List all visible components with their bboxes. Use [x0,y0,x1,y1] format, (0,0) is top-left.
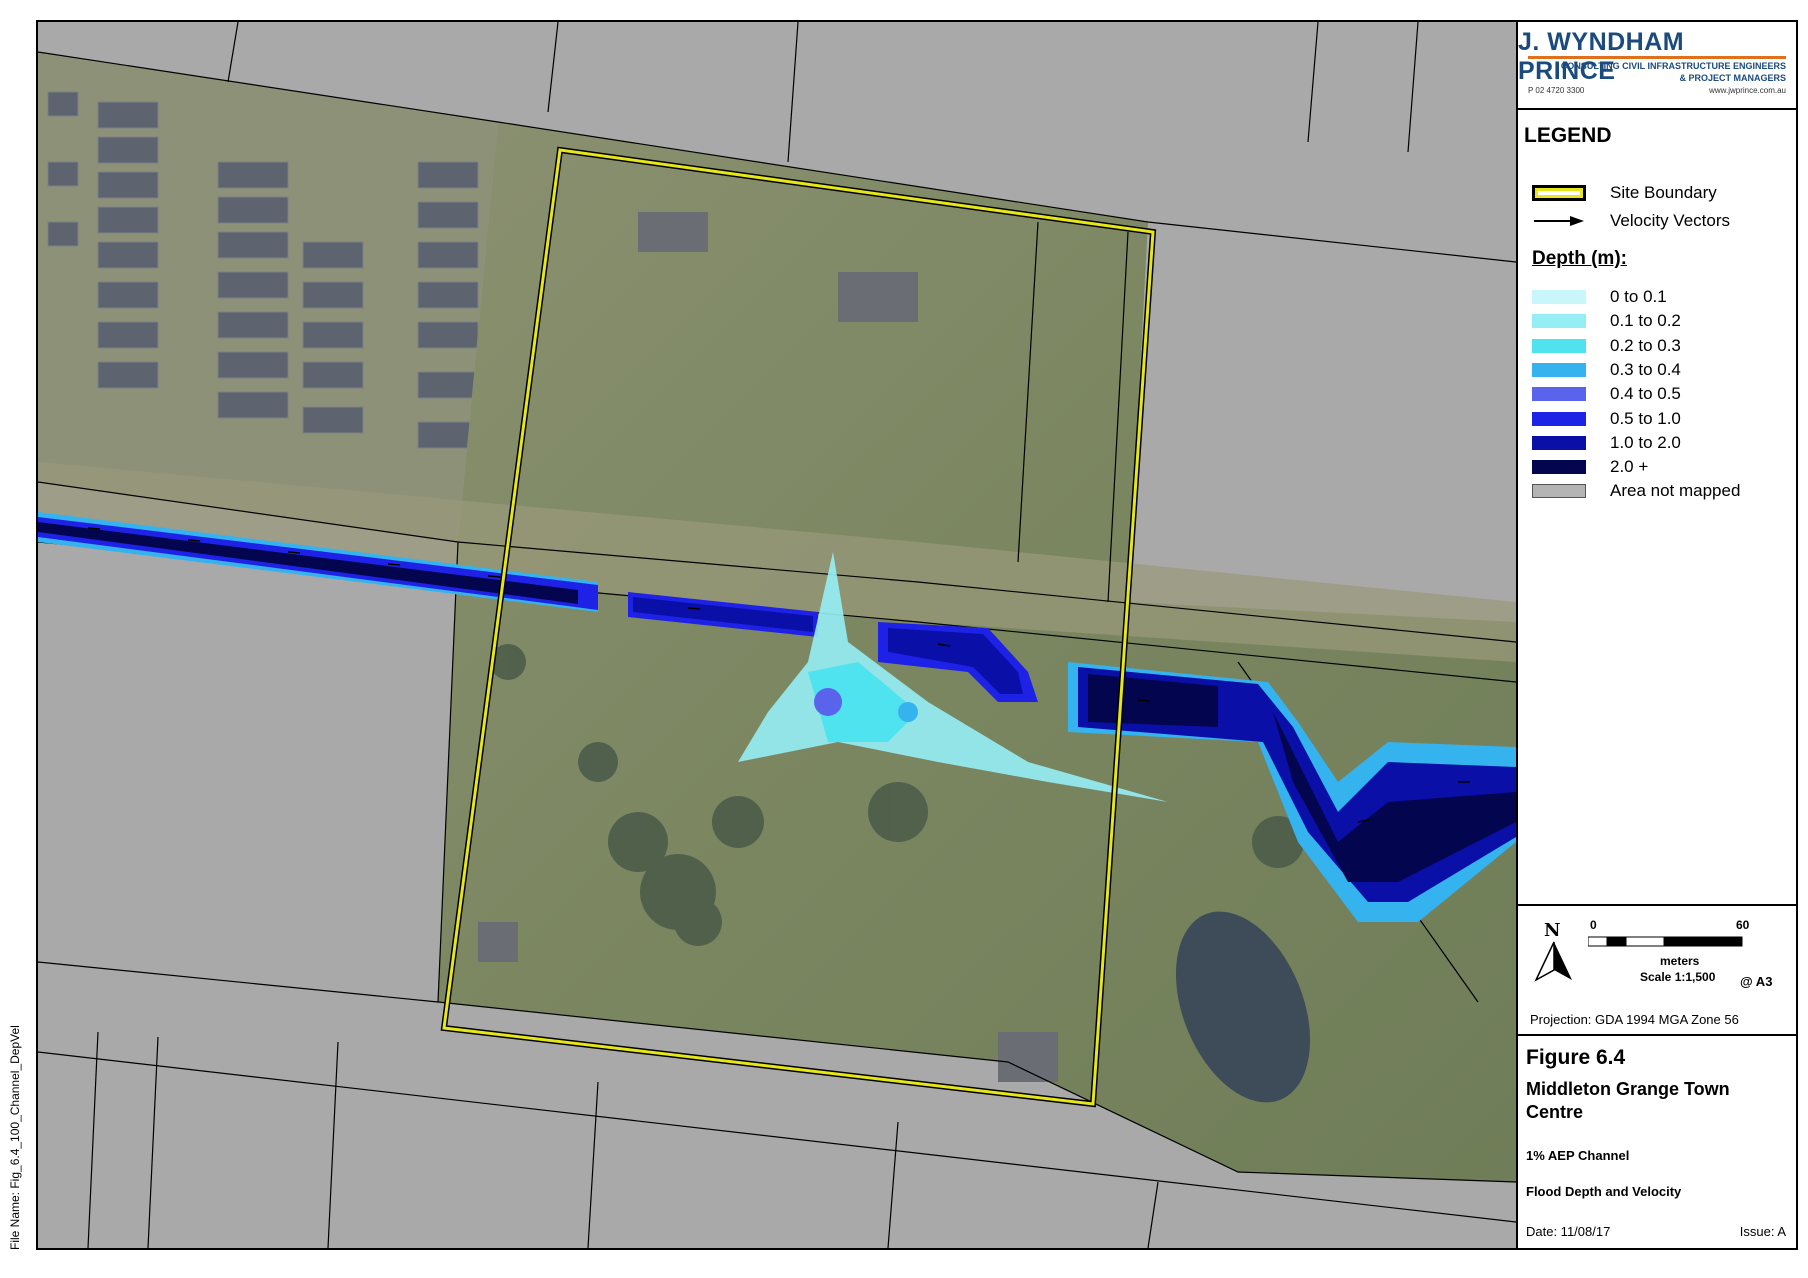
scale-units: meters [1660,954,1700,968]
depth-label: 0.2 to 0.3 [1610,335,1681,355]
depth-heading: Depth (m): [1532,248,1627,269]
company-logo: J. WYNDHAM PRINCE CONSULTING CIVIL INFRA… [1518,22,1796,110]
depth-label: 0 to 0.1 [1610,287,1667,306]
depth-swatch [1532,314,1586,329]
legend-velocity-vectors: Velocity Vectors [1532,210,1730,232]
north-label: N [1544,920,1561,941]
logo-phone: P 02 4720 3300 [1528,86,1585,95]
depth-class-row: 0.2 to 0.3 [1532,335,1681,357]
logo-line-1: CONSULTING CIVIL INFRASTRUCTURE ENGINEER… [1560,61,1786,71]
depth-label: 0.4 to 0.5 [1610,384,1681,404]
legend-site-boundary: Site Boundary [1532,182,1717,204]
logo-line-2: & PROJECT MANAGERS [1679,73,1786,83]
depth-swatch [1532,411,1586,426]
depth-class-row: 0.3 to 0.4 [1532,359,1681,381]
scale-bar [1588,936,1743,947]
legend-title: LEGEND [1524,124,1612,147]
legend-label: Velocity Vectors [1610,211,1731,230]
figure-issue: Issue: A [1739,1224,1786,1239]
depth-swatch [1532,435,1586,450]
depth-swatch [1532,387,1586,402]
scale-ratio: Scale 1:1,500 [1640,970,1716,984]
depth-class-row: 1.0 to 2.0 [1532,432,1681,454]
figure-number: Figure 6.4 [1526,1046,1626,1069]
arrow-icon [1532,213,1586,229]
map-sheet: J. WYNDHAM PRINCE CONSULTING CIVIL INFRA… [36,20,1798,1250]
depth-class-row: 2.0 + [1532,456,1648,478]
north-arrow-icon [1534,941,1572,982]
scale-start: 0 [1590,918,1597,932]
scale-and-north: N 0 60 meters Scale 1:1,500 @ A3 Project… [1518,906,1796,1036]
depth-swatch [1532,338,1586,353]
figure-subtitle-1: 1% AEP Channel [1526,1148,1630,1163]
depth-class-row: 0.4 to 0.5 [1532,383,1681,405]
legend: LEGEND Site Boundary Velocity Vectors De… [1518,110,1796,906]
figure-info: Figure 6.4 Middleton Grange Town Centre … [1518,1036,1796,1248]
file-name: File Name: Fig_6.4_100_Channel_DepVel [8,1025,22,1250]
depth-swatch [1532,290,1586,304]
site-boundary-swatch [1532,185,1586,201]
legend-label: Site Boundary [1610,183,1717,202]
depth-label: 0.5 to 1.0 [1610,408,1681,428]
map-view[interactable] [38,22,1516,1248]
depth-class-row: 0.1 to 0.2 [1532,310,1681,332]
depth-swatch [1532,484,1586,499]
title-block: J. WYNDHAM PRINCE CONSULTING CIVIL INFRA… [1516,22,1796,1248]
logo-web: www.jwprince.com.au [1709,86,1786,95]
scale-end: 60 [1736,918,1750,932]
depth-label: Area not mapped [1610,481,1741,501]
scale-page-size: @ A3 [1740,974,1773,989]
depth-label: 0.3 to 0.4 [1610,359,1681,379]
projection-note: Projection: GDA 1994 MGA Zone 56 [1530,1012,1739,1027]
depth-label: 0.1 to 0.2 [1610,311,1681,331]
figure-title: Middleton Grange Town Centre [1526,1079,1730,1122]
flood-map [38,22,1516,1248]
figure-date: Date: 11/08/17 [1526,1224,1611,1239]
logo-rule [1528,56,1786,59]
depth-class-row: 0.5 to 1.0 [1532,408,1681,430]
depth-class-row: Area not mapped [1532,480,1740,502]
depth-label: 2.0 + [1610,457,1649,477]
depth-swatch [1532,362,1586,377]
figure-subtitle-2: Flood Depth and Velocity [1526,1184,1682,1199]
depth-class-row: 0 to 0.1 [1532,286,1667,308]
depth-label: 1.0 to 2.0 [1610,432,1681,452]
depth-swatch [1532,460,1586,475]
